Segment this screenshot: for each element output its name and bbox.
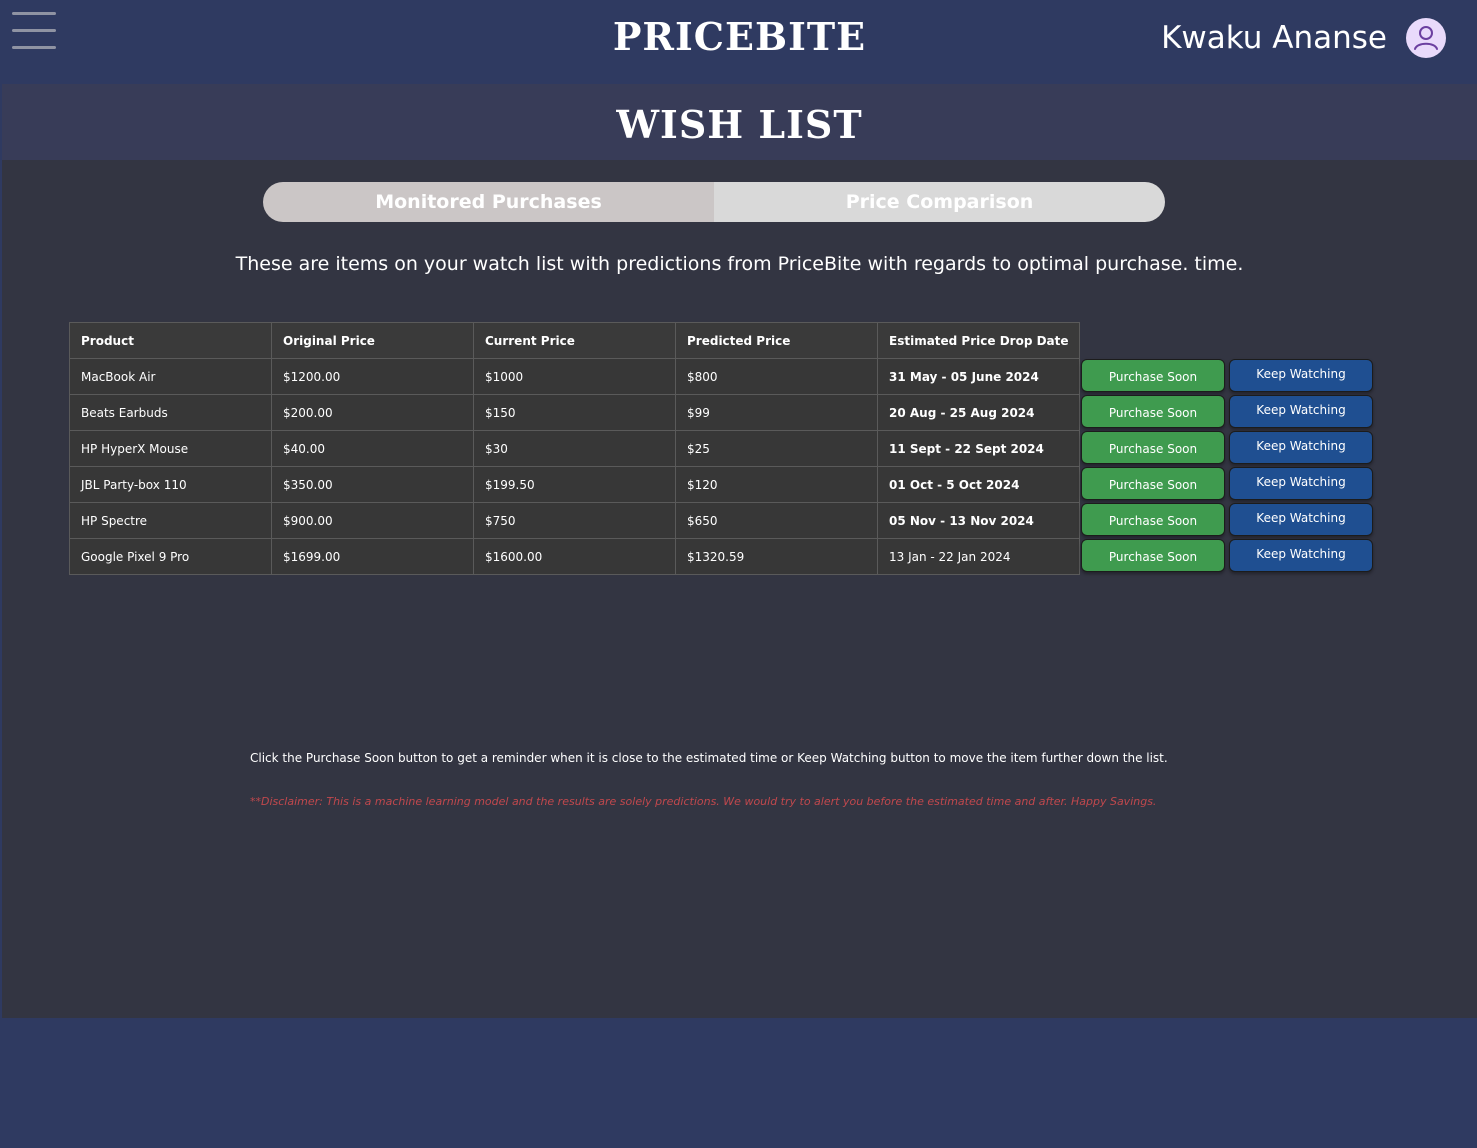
instruction-note: Click the Purchase Soon button to get a … [250,751,1168,765]
purchase-soon-button[interactable]: Purchase Soon [1081,539,1225,572]
column-header-original-price: Original Price [271,322,474,359]
table-row: HP HyperX Mouse $40.00 $30 $25 11 Sept -… [69,430,1080,467]
purchase-soon-button[interactable]: Purchase Soon [1081,431,1225,464]
product-cell: Google Pixel 9 Pro [69,538,272,575]
column-header-current-price: Current Price [473,322,676,359]
current-price-cell: $30 [473,430,676,467]
original-price-cell: $40.00 [271,430,474,467]
table-row: JBL Party-box 110 $350.00 $199.50 $120 0… [69,466,1080,503]
table-header-row: Product Original Price Current Price Pre… [69,322,1080,359]
product-cell: Beats Earbuds [69,394,272,431]
intro-text: These are items on your watch list with … [235,253,1244,275]
table-row: HP Spectre $900.00 $750 $650 05 Nov - 13… [69,502,1080,539]
keep-watching-button[interactable]: Keep Watching [1229,431,1373,464]
drop-date-cell: 13 Jan - 22 Jan 2024 [877,538,1080,575]
purchase-soon-button[interactable]: Purchase Soon [1081,395,1225,428]
wish-list-table: Product Original Price Current Price Pre… [69,322,1080,575]
user-name: Kwaku Ananse [1161,20,1387,56]
table-row: Beats Earbuds $200.00 $150 $99 20 Aug - … [69,394,1080,431]
keep-watching-button[interactable]: Keep Watching [1229,467,1373,500]
original-price-cell: $350.00 [271,466,474,503]
original-price-cell: $1699.00 [271,538,474,575]
keep-watching-button[interactable]: Keep Watching [1229,503,1373,536]
action-row: Purchase Soon Keep Watching [1081,467,1381,503]
user-avatar-icon[interactable] [1406,18,1446,58]
current-price-cell: $750 [473,502,676,539]
original-price-cell: $1200.00 [271,358,474,395]
keep-watching-button[interactable]: Keep Watching [1229,359,1373,392]
product-cell: JBL Party-box 110 [69,466,272,503]
row-actions: Purchase Soon Keep Watching Purchase Soo… [1081,359,1381,575]
product-cell: MacBook Air [69,358,272,395]
drop-date-cell: 01 Oct - 5 Oct 2024 [877,466,1080,503]
purchase-soon-button[interactable]: Purchase Soon [1081,359,1225,392]
tab-price-comparison[interactable]: Price Comparison [714,182,1165,222]
table-row: MacBook Air $1200.00 $1000 $800 31 May -… [69,358,1080,395]
current-price-cell: $150 [473,394,676,431]
product-cell: HP HyperX Mouse [69,430,272,467]
predicted-price-cell: $650 [675,502,878,539]
predicted-price-cell: $120 [675,466,878,503]
tab-bar: Monitored Purchases Price Comparison [263,182,1165,222]
predicted-price-cell: $800 [675,358,878,395]
original-price-cell: $200.00 [271,394,474,431]
action-row: Purchase Soon Keep Watching [1081,431,1381,467]
tab-monitored-purchases[interactable]: Monitored Purchases [263,182,714,222]
drop-date-cell: 11 Sept - 22 Sept 2024 [877,430,1080,467]
purchase-soon-button[interactable]: Purchase Soon [1081,467,1225,500]
predicted-price-cell: $1320.59 [675,538,878,575]
title-band: WISH LIST [2,84,1477,160]
drop-date-cell: 05 Nov - 13 Nov 2024 [877,502,1080,539]
current-price-cell: $1000 [473,358,676,395]
keep-watching-button[interactable]: Keep Watching [1229,395,1373,428]
column-header-drop-date: Estimated Price Drop Date [877,322,1080,359]
column-header-product: Product [69,322,272,359]
purchase-soon-button[interactable]: Purchase Soon [1081,503,1225,536]
top-bar: PRICEBITE Kwaku Ananse [2,0,1477,84]
page-title: WISH LIST [616,102,863,147]
keep-watching-button[interactable]: Keep Watching [1229,539,1373,572]
predicted-price-cell: $25 [675,430,878,467]
disclaimer-text: **Disclaimer: This is a machine learning… [250,795,1157,808]
main-content: Monitored Purchases Price Comparison The… [2,160,1477,1018]
current-price-cell: $1600.00 [473,538,676,575]
action-row: Purchase Soon Keep Watching [1081,359,1381,395]
product-cell: HP Spectre [69,502,272,539]
action-row: Purchase Soon Keep Watching [1081,503,1381,539]
table-row: Google Pixel 9 Pro $1699.00 $1600.00 $13… [69,538,1080,575]
action-row: Purchase Soon Keep Watching [1081,395,1381,431]
current-price-cell: $199.50 [473,466,676,503]
action-row: Purchase Soon Keep Watching [1081,539,1381,575]
footer-bar [2,1018,1477,1148]
drop-date-cell: 31 May - 05 June 2024 [877,358,1080,395]
drop-date-cell: 20 Aug - 25 Aug 2024 [877,394,1080,431]
column-header-predicted-price: Predicted Price [675,322,878,359]
original-price-cell: $900.00 [271,502,474,539]
predicted-price-cell: $99 [675,394,878,431]
